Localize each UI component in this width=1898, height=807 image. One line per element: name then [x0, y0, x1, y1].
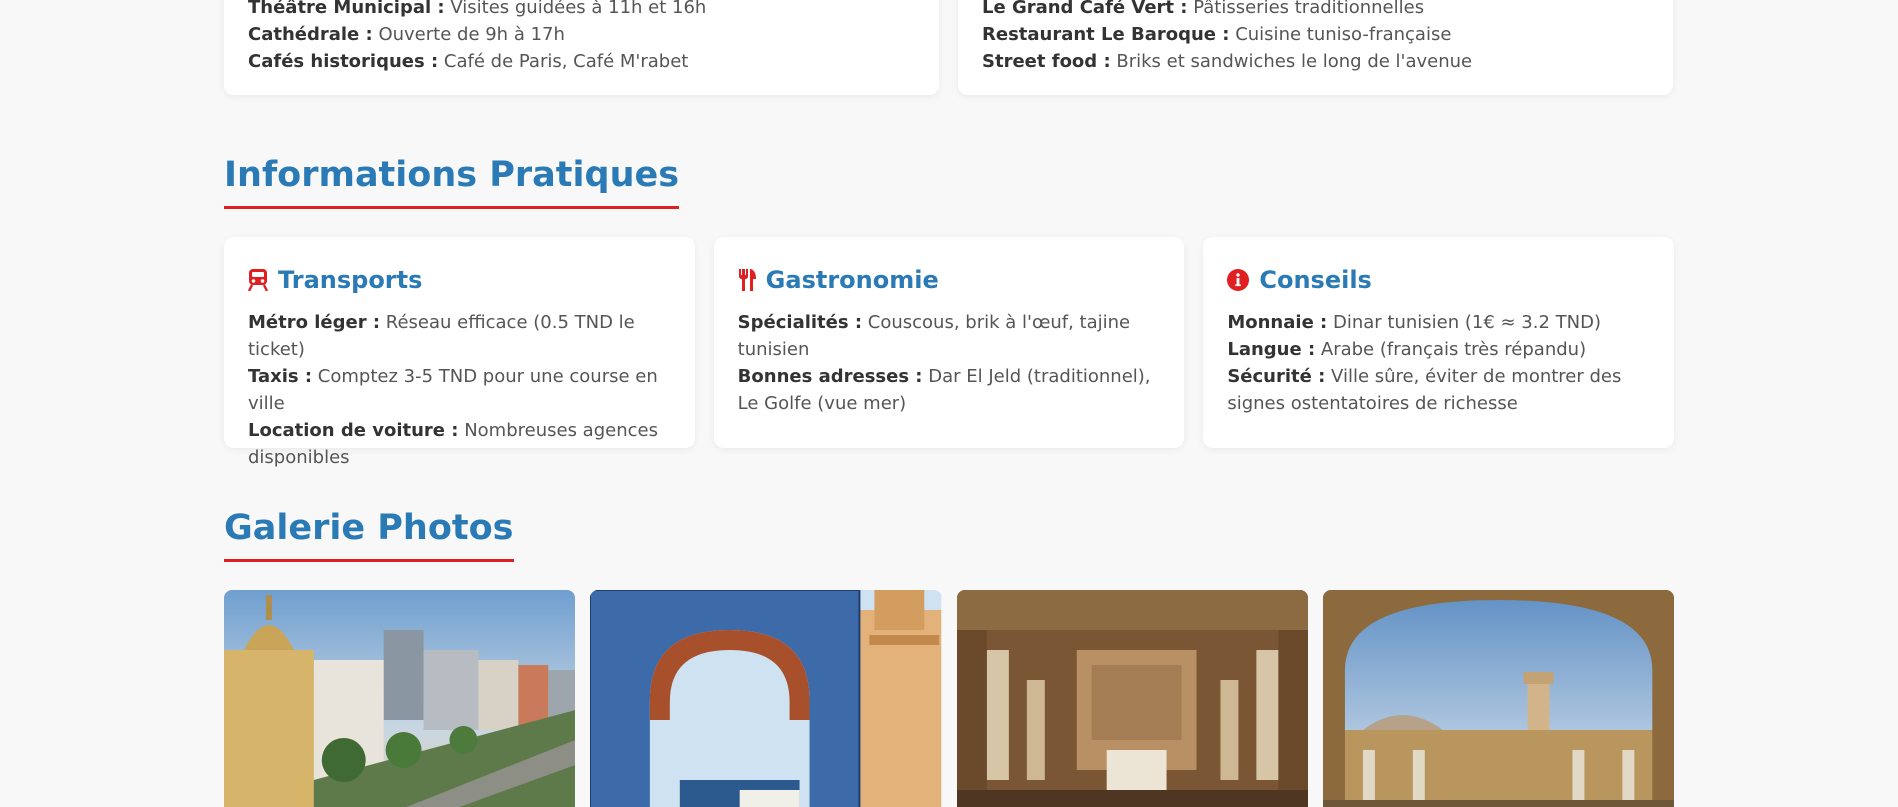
tiled-arch-minaret-photo[interactable] [590, 590, 942, 807]
card-line: Monnaie : Dinar tunisien (1€ ≈ 3.2 TND) [1227, 312, 1601, 333]
card-line: Location de voiture : Nombreuses agences… [248, 420, 658, 468]
card-header: Transports [248, 265, 671, 295]
gastronomie-card: Gastronomie Spécialités : Couscous, brik… [713, 237, 1185, 448]
card-line: Street food : Briks et sandwiches le lon… [982, 51, 1473, 72]
card-title: Transports [278, 266, 423, 294]
avenue-bourguiba-photo[interactable] [224, 590, 576, 807]
photo-gallery [224, 590, 1674, 807]
card-line: Taxis : Comptez 3-5 TND pour une course … [248, 366, 658, 414]
card-line: Théâtre Municipal : Visites guidées à 11… [248, 0, 707, 18]
card-line: Cathédrale : Ouverte de 9h à 17h [248, 24, 565, 45]
section-title-galerie: Galerie Photos [224, 507, 514, 562]
info-cards-row: Transports Métro léger : Réseau efficace… [224, 237, 1675, 468]
card-title: Conseils [1259, 266, 1372, 294]
bardo-museum-hall-photo[interactable] [956, 590, 1308, 807]
card-line: Langue : Arabe (français très répandu) [1227, 339, 1587, 360]
transports-card: Transports Métro léger : Réseau efficace… [224, 237, 695, 468]
section-title-informations: Informations Pratiques [224, 154, 680, 209]
train-icon [248, 269, 268, 291]
card-line: Le Grand Café Vert : Pâtisseries traditi… [982, 0, 1425, 18]
food-card: Le Grand Café Vert : Pâtisseries traditi… [958, 0, 1673, 95]
card-line: Restaurant Le Baroque : Cuisine tuniso-f… [982, 24, 1452, 45]
visits-card: Théâtre Municipal : Visites guidées à 11… [224, 0, 939, 95]
info-icon [1227, 269, 1250, 291]
card-line: Métro léger : Réseau efficace (0.5 TND l… [248, 312, 635, 360]
card-header: Gastronomie [738, 265, 1161, 295]
card-line: Bonnes adresses : Dar El Jeld (tradition… [737, 366, 1151, 414]
card-header: Conseils [1227, 265, 1650, 295]
card-line: Spécialités : Couscous, brik à l'œuf, ta… [737, 312, 1131, 360]
card-line: Sécurité : Ville sûre, éviter de montrer… [1227, 366, 1622, 414]
utensils-icon [738, 269, 756, 291]
card-line: Cafés historiques : Café de Paris, Café … [248, 51, 689, 72]
top-cards-row: Théâtre Municipal : Visites guidées à 11… [224, 0, 1674, 95]
zitouna-mosque-courtyard-photo[interactable] [1322, 590, 1674, 807]
conseils-card: Conseils Monnaie : Dinar tunisien (1€ ≈ … [1203, 237, 1675, 448]
card-title: Gastronomie [765, 266, 939, 294]
